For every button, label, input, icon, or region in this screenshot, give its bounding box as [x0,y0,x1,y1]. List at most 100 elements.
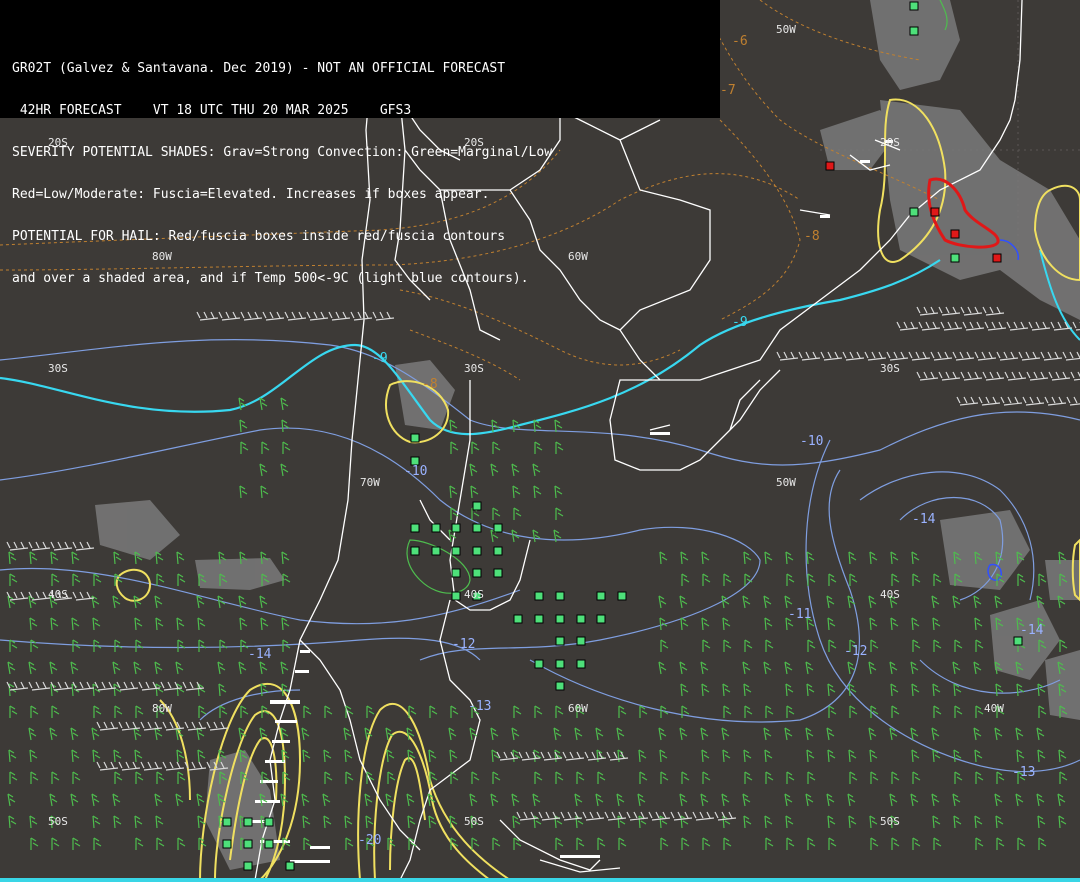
wind-barb [387,771,396,784]
wind-barb [155,683,164,697]
wind-barb [576,771,585,784]
wind-barb [702,771,711,784]
wind-barb [1058,815,1067,829]
wind-barb [198,837,207,850]
wind-barb [1026,371,1049,381]
wind-barb [532,793,541,807]
wind-barb [94,681,117,691]
wind-barb [931,727,940,741]
wind-barb [196,793,205,807]
wind-barb [742,595,751,609]
wind-barb [9,705,18,718]
wind-barb [30,705,39,718]
wind-barb [175,661,184,675]
wind-barb [345,837,354,850]
wind-barb [6,591,29,601]
wind-barb [701,683,710,697]
wind-barb [344,749,353,763]
wind-barb [135,771,144,784]
wind-barb [681,771,690,784]
wind-barb [449,749,458,763]
wind-barb [1058,749,1067,763]
wind-barb [765,705,774,718]
wind-barb [323,749,332,763]
wind-barb [604,811,627,821]
wind-barb [849,771,858,784]
wind-barb [282,639,291,652]
wind-barb [723,639,732,652]
wind-barb [239,485,248,499]
temp-label-m7: -7 [720,83,736,98]
temp-label-m11: -11 [788,607,811,622]
wind-barb [324,771,333,784]
wind-barb [680,683,689,697]
wind-barb [490,463,499,477]
wind-barb [301,793,310,807]
wind-barb [785,815,794,829]
wind-barb [826,793,835,807]
wind-barb [744,639,753,652]
wind-barb [1062,351,1080,361]
wind-barb [492,441,501,454]
wind-barb [626,811,649,821]
wind-barb [492,771,501,784]
wind-barb [154,793,163,807]
wind-barb [513,705,522,718]
wind-barb [133,727,142,741]
wind-barb [303,705,312,718]
wind-barb [975,771,984,784]
wind-barb [50,541,73,551]
wind-barb [239,617,248,631]
wind-barb [679,661,688,675]
wind-barb [135,837,144,850]
wind-barb [764,617,773,631]
wind-barb [826,727,835,741]
wind-barb [785,683,794,697]
wind-barb [28,661,37,675]
wind-barb [154,595,163,609]
wind-barb [742,793,751,807]
wind-barb [324,705,333,718]
wind-barb [156,771,165,784]
temp-label-m12-mid: -12 [452,637,475,652]
wind-barb [973,661,982,675]
wind-barb [49,661,58,675]
wind-barb [197,749,206,763]
wind-barb [72,541,95,551]
wind-barb [114,771,123,784]
wind-barb [116,681,139,691]
wind-barb [701,749,710,763]
wind-barb [555,771,564,784]
wind-barb [1048,371,1071,381]
wind-barb [1004,371,1027,381]
label-40w-south: 40W [984,702,1004,715]
wind-barb [429,705,438,718]
wind-barb [196,727,205,741]
temp-label-m14-east: -14 [912,512,936,527]
wind-barb [1059,639,1068,652]
label-40s-mid: 40S [464,588,484,601]
wind-barb [281,419,290,433]
wind-barb [681,837,690,850]
wind-barb [721,793,730,807]
wind-barb [982,306,1005,316]
wind-barb [490,727,499,741]
wind-barb [140,721,163,731]
wind-barb [156,837,165,850]
wind-barb [805,661,814,675]
wind-barb [71,749,80,763]
wind-barb [135,705,144,718]
wind-barb [798,351,821,361]
wind-barb [1015,793,1024,807]
wind-barb [30,771,39,784]
wind-barb [1057,793,1066,807]
wind-barb [975,639,984,652]
wind-barb [50,617,59,631]
wind-barb [365,815,374,829]
wind-barb [72,837,81,850]
wind-barb [49,727,58,741]
wind-barb [938,371,961,381]
wind-barb [114,705,123,718]
wind-barb [807,771,816,784]
wind-barb [1066,396,1080,406]
